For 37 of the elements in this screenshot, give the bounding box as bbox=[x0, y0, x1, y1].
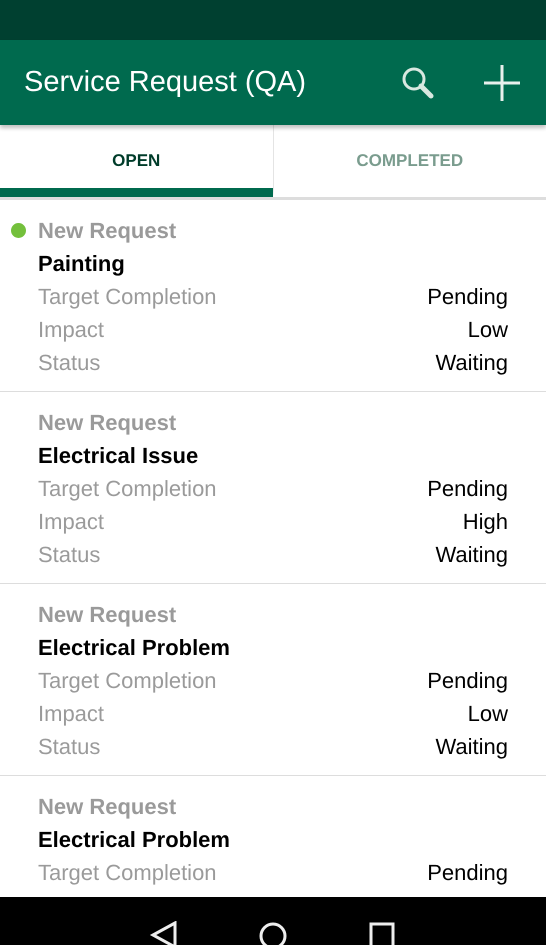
recents-icon[interactable] bbox=[366, 921, 397, 945]
request-type: New Request bbox=[38, 794, 176, 820]
field-label: Target Completion bbox=[38, 284, 217, 310]
field-label: Impact bbox=[38, 316, 104, 342]
request-card[interactable]: New Request Electrical Problem Target Completion Pending Impact Low Status Waiting bbox=[0, 584, 546, 776]
app-title: Service Request (QA) bbox=[24, 66, 308, 99]
request-type: New Request bbox=[38, 410, 176, 436]
home-icon[interactable] bbox=[258, 921, 288, 945]
field-value: Pending bbox=[427, 668, 508, 694]
field-value: Pending bbox=[427, 284, 508, 310]
field-label: Impact bbox=[38, 508, 104, 534]
field-label: Status bbox=[38, 350, 100, 376]
field-label: Target Completion bbox=[38, 668, 217, 694]
field-value: Low bbox=[468, 700, 508, 726]
add-icon[interactable] bbox=[484, 64, 520, 100]
search-icon[interactable] bbox=[400, 64, 436, 100]
field-label: Impact bbox=[38, 700, 104, 726]
field-value: Pending bbox=[427, 476, 508, 502]
field-label: Status bbox=[38, 542, 100, 568]
request-card[interactable]: New Request Electrical Issue Target Completion Pending Impact High Status Waiting bbox=[0, 392, 546, 584]
request-type: New Request bbox=[38, 218, 176, 244]
field-label: Target Completion bbox=[38, 476, 217, 502]
field-value: High bbox=[462, 508, 508, 534]
request-title: Electrical Problem bbox=[38, 634, 230, 660]
field-value: Low bbox=[468, 316, 508, 342]
request-title: Electrical Issue bbox=[38, 442, 198, 468]
request-card[interactable]: New Request Painting Target Completion Pending Impact Low Status Waiting bbox=[0, 200, 546, 392]
field-value: Waiting bbox=[435, 350, 508, 376]
back-icon[interactable] bbox=[149, 921, 180, 945]
request-title: Painting bbox=[38, 250, 125, 276]
field-value: Waiting bbox=[435, 542, 508, 568]
field-value: Waiting bbox=[435, 734, 508, 760]
request-type: New Request bbox=[38, 602, 176, 628]
request-title: Electrical Problem bbox=[38, 826, 230, 852]
field-value: Pending bbox=[427, 860, 508, 886]
field-label: Target Completion bbox=[38, 860, 217, 886]
field-label: Status bbox=[38, 734, 100, 760]
